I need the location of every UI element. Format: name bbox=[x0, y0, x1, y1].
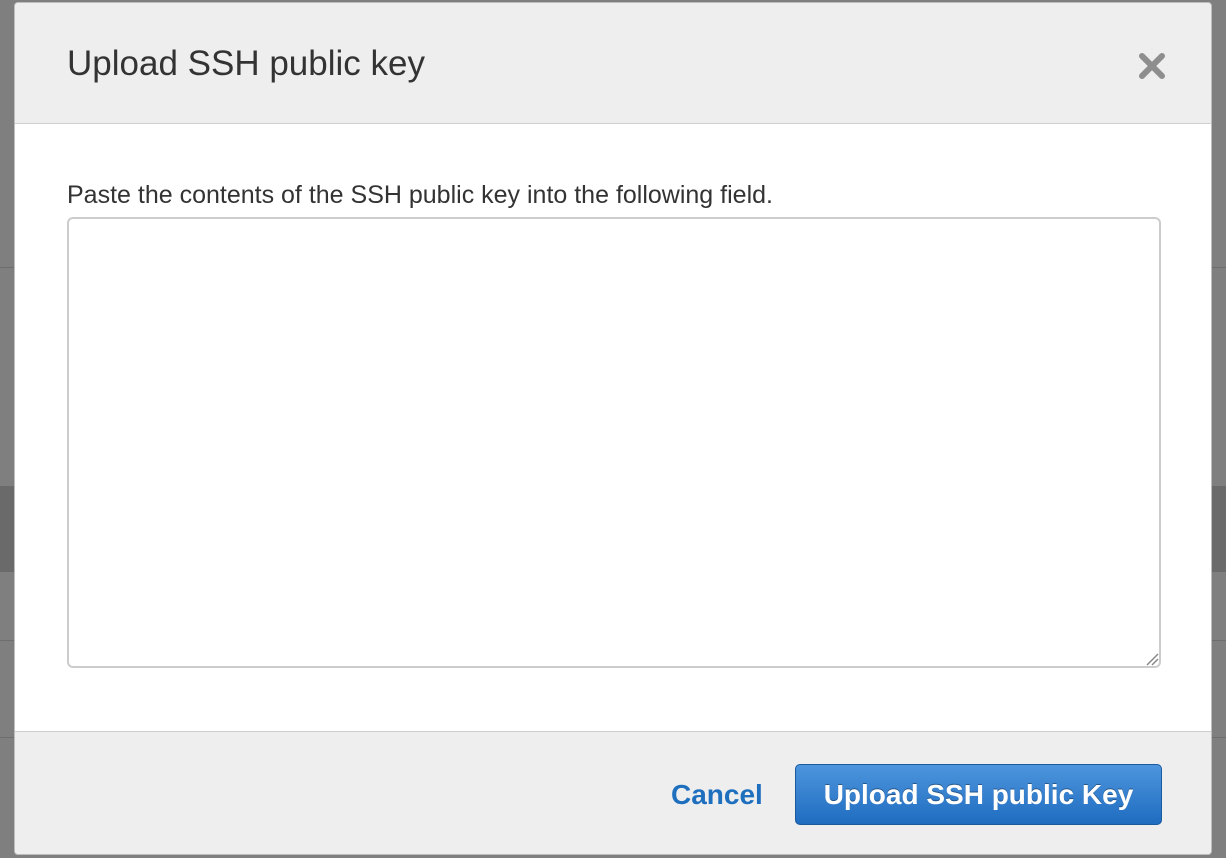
close-button[interactable] bbox=[1135, 49, 1169, 83]
dialog-title: Upload SSH public key bbox=[67, 44, 425, 83]
resize-handle-icon bbox=[1146, 653, 1159, 666]
dialog-body: Paste the contents of the SSH public key… bbox=[15, 124, 1211, 731]
cancel-button[interactable]: Cancel bbox=[671, 778, 763, 812]
dialog-header: Upload SSH public key bbox=[15, 3, 1211, 124]
upload-ssh-key-dialog: Upload SSH public key Paste the contents… bbox=[14, 2, 1212, 855]
upload-ssh-key-button[interactable]: Upload SSH public Key bbox=[795, 764, 1162, 825]
instructions-label: Paste the contents of the SSH public key… bbox=[67, 181, 773, 209]
close-icon bbox=[1139, 53, 1165, 79]
ssh-key-textarea[interactable] bbox=[67, 217, 1161, 668]
resize-handle[interactable] bbox=[1145, 652, 1159, 666]
dialog-footer: Cancel Upload SSH public Key bbox=[15, 731, 1211, 854]
